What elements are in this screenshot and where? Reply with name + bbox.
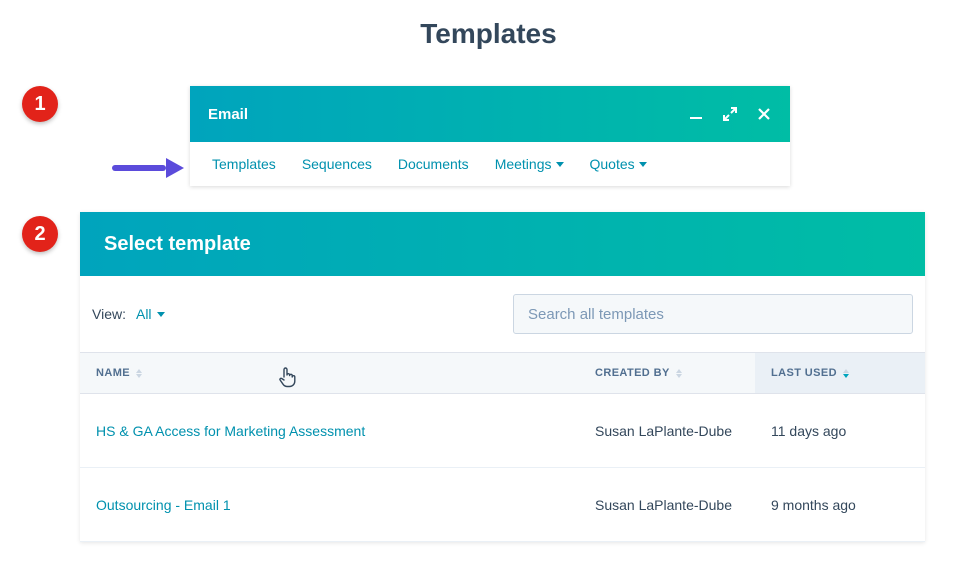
tab-quotes-label: Quotes bbox=[590, 156, 635, 172]
template-name-link[interactable]: Outsourcing - Email 1 bbox=[80, 497, 595, 513]
chevron-down-icon bbox=[157, 312, 165, 317]
view-label: View: bbox=[92, 306, 126, 322]
email-panel-tabs: Templates Sequences Documents Meetings Q… bbox=[190, 142, 790, 186]
select-template-panel: Select template View: All NAME CREATED B… bbox=[80, 212, 925, 542]
expand-icon[interactable] bbox=[722, 106, 738, 122]
chevron-down-icon bbox=[556, 162, 564, 167]
column-created-label: CREATED BY bbox=[595, 367, 670, 379]
chevron-down-icon bbox=[639, 162, 647, 167]
tab-meetings[interactable]: Meetings bbox=[495, 156, 564, 172]
column-header-name[interactable]: NAME bbox=[80, 367, 595, 379]
view-filter-value: All bbox=[136, 306, 152, 322]
annotation-badge-1: 1 bbox=[22, 86, 58, 122]
select-template-title: Select template bbox=[104, 233, 251, 256]
select-template-toolbar: View: All bbox=[80, 276, 925, 352]
search-input[interactable] bbox=[513, 294, 913, 334]
template-last-used: 9 months ago bbox=[755, 497, 925, 513]
sort-icon bbox=[676, 369, 682, 378]
tab-meetings-label: Meetings bbox=[495, 156, 552, 172]
close-icon[interactable] bbox=[756, 106, 772, 122]
annotation-badge-2: 2 bbox=[22, 216, 58, 252]
column-header-created-by[interactable]: CREATED BY bbox=[595, 367, 755, 379]
sort-icon bbox=[843, 369, 849, 378]
email-panel-header: Email bbox=[190, 86, 790, 142]
email-compose-panel: Email Templates Sequences Documents Meet… bbox=[190, 86, 790, 186]
view-filter-dropdown[interactable]: All bbox=[136, 306, 165, 322]
template-last-used: 11 days ago bbox=[755, 423, 925, 439]
table-row[interactable]: HS & GA Access for Marketing Assessment … bbox=[80, 394, 925, 468]
sort-icon bbox=[136, 369, 142, 378]
templates-table-header: NAME CREATED BY LAST USED bbox=[80, 352, 925, 394]
column-name-label: NAME bbox=[96, 367, 130, 379]
template-created-by: Susan LaPlante-Dube bbox=[595, 423, 755, 439]
column-header-last-used[interactable]: LAST USED bbox=[755, 353, 925, 393]
template-name-link[interactable]: HS & GA Access for Marketing Assessment bbox=[80, 423, 595, 439]
tab-sequences[interactable]: Sequences bbox=[302, 156, 372, 172]
minimize-icon[interactable] bbox=[688, 106, 704, 122]
tab-templates[interactable]: Templates bbox=[212, 156, 276, 172]
select-template-header: Select template bbox=[80, 212, 925, 276]
page-title: Templates bbox=[0, 0, 977, 68]
table-row[interactable]: Outsourcing - Email 1 Susan LaPlante-Dub… bbox=[80, 468, 925, 542]
annotation-arrow bbox=[112, 156, 188, 180]
email-panel-title: Email bbox=[208, 106, 248, 123]
tab-quotes[interactable]: Quotes bbox=[590, 156, 647, 172]
template-created-by: Susan LaPlante-Dube bbox=[595, 497, 755, 513]
column-last-label: LAST USED bbox=[771, 367, 837, 379]
tab-documents[interactable]: Documents bbox=[398, 156, 469, 172]
